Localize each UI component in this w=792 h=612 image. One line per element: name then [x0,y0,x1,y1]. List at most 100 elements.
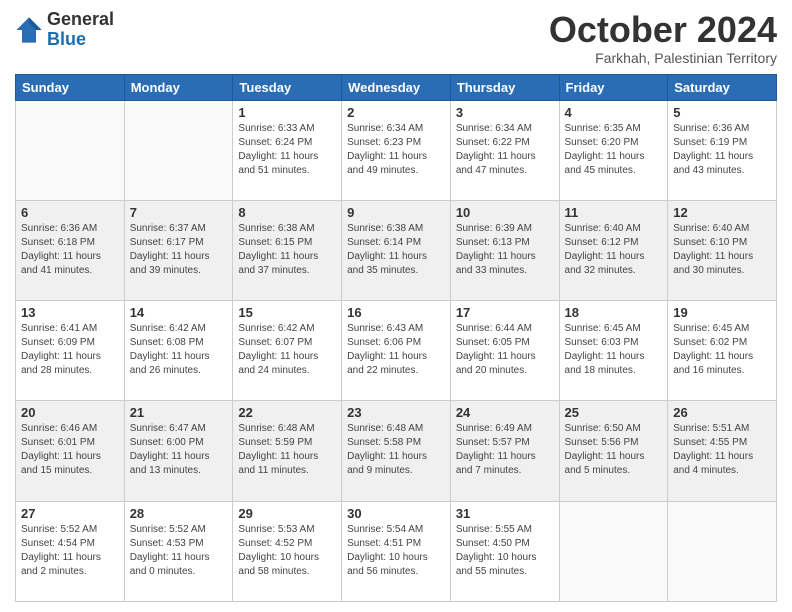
day-number: 18 [565,305,663,320]
day-number: 25 [565,405,663,420]
day-number: 17 [456,305,554,320]
day-info: Sunrise: 6:44 AM Sunset: 6:05 PM Dayligh… [456,322,554,378]
calendar-day-cell: 28Sunrise: 5:52 AM Sunset: 4:53 PM Dayli… [124,501,233,601]
day-info: Sunrise: 6:42 AM Sunset: 6:08 PM Dayligh… [130,322,228,378]
calendar-day-cell: 5Sunrise: 6:36 AM Sunset: 6:19 PM Daylig… [668,100,777,200]
calendar-day-cell: 3Sunrise: 6:34 AM Sunset: 6:22 PM Daylig… [450,100,559,200]
day-header-tuesday: Tuesday [233,74,342,100]
day-number: 19 [673,305,771,320]
day-number: 10 [456,205,554,220]
day-info: Sunrise: 6:39 AM Sunset: 6:13 PM Dayligh… [456,222,554,278]
calendar-day-cell: 10 Sunrise: 6:39 AM Sunset: 6:13 PM Dayli… [450,200,559,300]
calendar-day-cell: 24 Sunrise: 6:49 AM Sunset: 5:57 PM Dayli… [450,401,559,501]
calendar-table: SundayMondayTuesdayWednesdayThursdayFrid… [15,74,777,602]
day-number: 8 [238,205,336,220]
day-info: Sunrise: 5:54 AM Sunset: 4:51 PM Dayligh… [347,523,445,579]
page: General Blue October 2024 Farkhah, Pales… [0,0,792,612]
day-info: Sunrise: 6:34 AM Sunset: 6:22 PM Dayligh… [456,122,554,178]
day-number: 14 [130,305,228,320]
calendar-day-cell: 17 Sunrise: 6:44 AM Sunset: 6:05 PM Dayli… [450,301,559,401]
day-number: 26 [673,405,771,420]
day-number: 16 [347,305,445,320]
day-info: Sunrise: 6:43 AM Sunset: 6:06 PM Dayligh… [347,322,445,378]
day-info: Sunrise: 5:55 AM Sunset: 4:50 PM Dayligh… [456,523,554,579]
calendar-day-cell [559,501,668,601]
day-info: Sunrise: 6:45 AM Sunset: 6:02 PM Dayligh… [673,322,771,378]
calendar-day-cell: 18 Sunrise: 6:45 AM Sunset: 6:03 PM Dayli… [559,301,668,401]
day-number: 23 [347,405,445,420]
header: General Blue October 2024 Farkhah, Pales… [15,10,777,66]
calendar-day-cell: 8Sunrise: 6:38 AM Sunset: 6:15 PM Daylig… [233,200,342,300]
day-number: 20 [21,405,119,420]
calendar-day-cell: 26 Sunrise: 5:51 AM Sunset: 4:55 PM Dayli… [668,401,777,501]
day-info: Sunrise: 5:52 AM Sunset: 4:54 PM Dayligh… [21,523,119,579]
calendar-day-cell: 11 Sunrise: 6:40 AM Sunset: 6:12 PM Dayli… [559,200,668,300]
day-number: 11 [565,205,663,220]
calendar-day-cell: 29 Sunrise: 5:53 AM Sunset: 4:52 PM Dayli… [233,501,342,601]
calendar-day-cell: 1 Sunrise: 6:33 AM Sunset: 6:24 PM Daylig… [233,100,342,200]
day-number: 24 [456,405,554,420]
calendar-day-cell: 19 Sunrise: 6:45 AM Sunset: 6:02 PM Dayli… [668,301,777,401]
calendar-day-cell: 25 Sunrise: 6:50 AM Sunset: 5:56 PM Dayli… [559,401,668,501]
day-number: 6 [21,205,119,220]
day-number: 1 [238,105,336,120]
day-info: Sunrise: 6:38 AM Sunset: 6:14 PM Dayligh… [347,222,445,278]
day-number: 9 [347,205,445,220]
calendar-day-cell: 31 Sunrise: 5:55 AM Sunset: 4:50 PM Dayli… [450,501,559,601]
day-number: 12 [673,205,771,220]
day-header-friday: Friday [559,74,668,100]
day-info: Sunrise: 6:50 AM Sunset: 5:56 PM Dayligh… [565,422,663,478]
day-number: 28 [130,506,228,521]
day-header-thursday: Thursday [450,74,559,100]
calendar-day-cell: 22Sunrise: 6:48 AM Sunset: 5:59 PM Dayli… [233,401,342,501]
month-title: October 2024 [549,10,777,50]
calendar-day-cell: 2 Sunrise: 6:34 AM Sunset: 6:23 PM Daylig… [342,100,451,200]
calendar-day-cell: 30Sunrise: 5:54 AM Sunset: 4:51 PM Dayli… [342,501,451,601]
calendar-day-cell: 20 Sunrise: 6:46 AM Sunset: 6:01 PM Dayli… [16,401,125,501]
day-info: Sunrise: 6:40 AM Sunset: 6:10 PM Dayligh… [673,222,771,278]
day-info: Sunrise: 6:37 AM Sunset: 6:17 PM Dayligh… [130,222,228,278]
calendar-week-row: 27 Sunrise: 5:52 AM Sunset: 4:54 PM Dayli… [16,501,777,601]
day-info: Sunrise: 6:49 AM Sunset: 5:57 PM Dayligh… [456,422,554,478]
logo-text: General Blue [47,10,114,50]
logo-general-text: General [47,10,114,30]
day-number: 7 [130,205,228,220]
calendar-day-cell: 7 Sunrise: 6:37 AM Sunset: 6:17 PM Daylig… [124,200,233,300]
calendar-week-row: 13Sunrise: 6:41 AM Sunset: 6:09 PM Dayli… [16,301,777,401]
day-info: Sunrise: 6:46 AM Sunset: 6:01 PM Dayligh… [21,422,119,478]
day-number: 31 [456,506,554,521]
day-number: 27 [21,506,119,521]
day-number: 29 [238,506,336,521]
calendar-header-row: SundayMondayTuesdayWednesdayThursdayFrid… [16,74,777,100]
calendar-day-cell: 16 Sunrise: 6:43 AM Sunset: 6:06 PM Dayli… [342,301,451,401]
day-info: Sunrise: 6:40 AM Sunset: 6:12 PM Dayligh… [565,222,663,278]
logo-blue-text: Blue [47,30,114,50]
day-number: 4 [565,105,663,120]
day-info: Sunrise: 6:35 AM Sunset: 6:20 PM Dayligh… [565,122,663,178]
calendar-day-cell: 15Sunrise: 6:42 AM Sunset: 6:07 PM Dayli… [233,301,342,401]
calendar-day-cell: 23 Sunrise: 6:48 AM Sunset: 5:58 PM Dayli… [342,401,451,501]
day-info: Sunrise: 6:33 AM Sunset: 6:24 PM Dayligh… [238,122,336,178]
day-info: Sunrise: 6:48 AM Sunset: 5:59 PM Dayligh… [238,422,336,478]
calendar-day-cell: 21Sunrise: 6:47 AM Sunset: 6:00 PM Dayli… [124,401,233,501]
day-info: Sunrise: 6:45 AM Sunset: 6:03 PM Dayligh… [565,322,663,378]
day-header-wednesday: Wednesday [342,74,451,100]
calendar-day-cell: 27 Sunrise: 5:52 AM Sunset: 4:54 PM Dayli… [16,501,125,601]
day-info: Sunrise: 6:36 AM Sunset: 6:18 PM Dayligh… [21,222,119,278]
calendar-day-cell [124,100,233,200]
logo-icon [15,16,43,44]
calendar-week-row: 1 Sunrise: 6:33 AM Sunset: 6:24 PM Daylig… [16,100,777,200]
title-section: October 2024 Farkhah, Palestinian Territ… [549,10,777,66]
location: Farkhah, Palestinian Territory [549,50,777,66]
day-number: 5 [673,105,771,120]
day-number: 2 [347,105,445,120]
calendar-week-row: 20 Sunrise: 6:46 AM Sunset: 6:01 PM Dayli… [16,401,777,501]
day-number: 21 [130,405,228,420]
calendar-day-cell: 12 Sunrise: 6:40 AM Sunset: 6:10 PM Dayli… [668,200,777,300]
day-info: Sunrise: 5:53 AM Sunset: 4:52 PM Dayligh… [238,523,336,579]
calendar-day-cell: 6 Sunrise: 6:36 AM Sunset: 6:18 PM Daylig… [16,200,125,300]
day-info: Sunrise: 5:51 AM Sunset: 4:55 PM Dayligh… [673,422,771,478]
day-info: Sunrise: 6:48 AM Sunset: 5:58 PM Dayligh… [347,422,445,478]
calendar-day-cell: 13Sunrise: 6:41 AM Sunset: 6:09 PM Dayli… [16,301,125,401]
day-info: Sunrise: 6:34 AM Sunset: 6:23 PM Dayligh… [347,122,445,178]
